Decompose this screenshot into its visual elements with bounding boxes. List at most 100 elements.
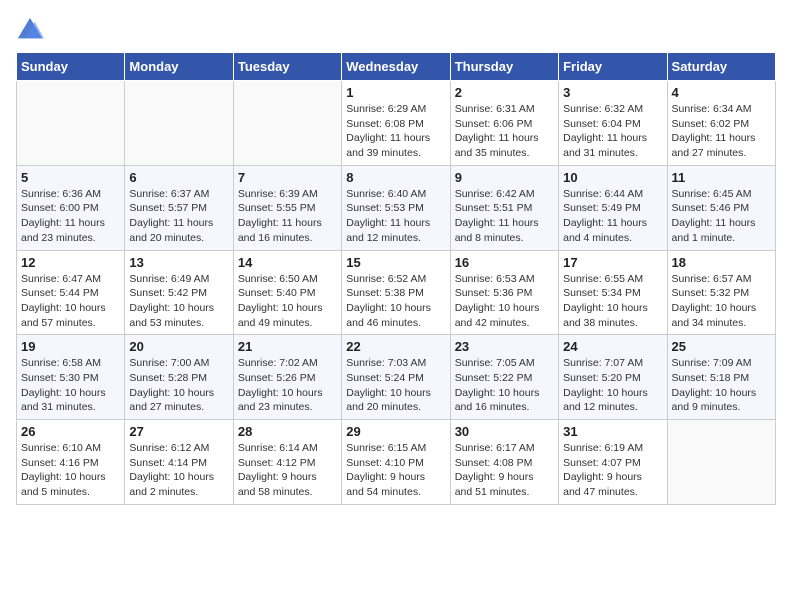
calendar-cell: 29 Sunrise: 6:15 AM Sunset: 4:10 PM Dayli… bbox=[342, 420, 450, 505]
day-number: 29 bbox=[346, 424, 445, 439]
day-info: Sunrise: 6:58 AM Sunset: 5:30 PM Dayligh… bbox=[21, 356, 120, 415]
day-number: 1 bbox=[346, 85, 445, 100]
calendar-cell: 19 Sunrise: 6:58 AM Sunset: 5:30 PM Dayli… bbox=[17, 335, 125, 420]
day-number: 2 bbox=[455, 85, 554, 100]
day-info: Sunrise: 6:44 AM Sunset: 5:49 PM Dayligh… bbox=[563, 187, 662, 246]
day-number: 21 bbox=[238, 339, 337, 354]
calendar-cell: 22 Sunrise: 7:03 AM Sunset: 5:24 PM Dayli… bbox=[342, 335, 450, 420]
day-info: Sunrise: 6:42 AM Sunset: 5:51 PM Dayligh… bbox=[455, 187, 554, 246]
day-info: Sunrise: 6:34 AM Sunset: 6:02 PM Dayligh… bbox=[672, 102, 771, 161]
day-info: Sunrise: 6:40 AM Sunset: 5:53 PM Dayligh… bbox=[346, 187, 445, 246]
day-number: 8 bbox=[346, 170, 445, 185]
logo-icon bbox=[16, 16, 44, 44]
day-info: Sunrise: 6:17 AM Sunset: 4:08 PM Dayligh… bbox=[455, 441, 554, 500]
weekday-header: Tuesday bbox=[233, 53, 341, 81]
weekday-header: Saturday bbox=[667, 53, 775, 81]
day-number: 6 bbox=[129, 170, 228, 185]
calendar-cell: 2 Sunrise: 6:31 AM Sunset: 6:06 PM Daylig… bbox=[450, 81, 558, 166]
day-number: 4 bbox=[672, 85, 771, 100]
day-info: Sunrise: 7:07 AM Sunset: 5:20 PM Dayligh… bbox=[563, 356, 662, 415]
day-number: 31 bbox=[563, 424, 662, 439]
calendar-cell: 6 Sunrise: 6:37 AM Sunset: 5:57 PM Daylig… bbox=[125, 165, 233, 250]
day-number: 10 bbox=[563, 170, 662, 185]
calendar-cell: 5 Sunrise: 6:36 AM Sunset: 6:00 PM Daylig… bbox=[17, 165, 125, 250]
day-info: Sunrise: 6:36 AM Sunset: 6:00 PM Dayligh… bbox=[21, 187, 120, 246]
logo bbox=[16, 16, 48, 44]
day-number: 26 bbox=[21, 424, 120, 439]
weekday-header: Wednesday bbox=[342, 53, 450, 81]
calendar-week-row: 19 Sunrise: 6:58 AM Sunset: 5:30 PM Dayli… bbox=[17, 335, 776, 420]
weekday-header: Friday bbox=[559, 53, 667, 81]
calendar-week-row: 26Sunrise: 6:10 AM Sunset: 4:16 PM Dayli… bbox=[17, 420, 776, 505]
calendar-cell: 9 Sunrise: 6:42 AM Sunset: 5:51 PM Daylig… bbox=[450, 165, 558, 250]
calendar-cell: 8 Sunrise: 6:40 AM Sunset: 5:53 PM Daylig… bbox=[342, 165, 450, 250]
calendar-week-row: 12 Sunrise: 6:47 AM Sunset: 5:44 PM Dayli… bbox=[17, 250, 776, 335]
calendar-cell: 14 Sunrise: 6:50 AM Sunset: 5:40 PM Dayli… bbox=[233, 250, 341, 335]
day-info: Sunrise: 6:39 AM Sunset: 5:55 PM Dayligh… bbox=[238, 187, 337, 246]
day-info: Sunrise: 6:15 AM Sunset: 4:10 PM Dayligh… bbox=[346, 441, 445, 500]
day-info: Sunrise: 6:19 AM Sunset: 4:07 PM Dayligh… bbox=[563, 441, 662, 500]
calendar-cell: 27 Sunrise: 6:12 AM Sunset: 4:14 PM Dayli… bbox=[125, 420, 233, 505]
day-info: Sunrise: 6:47 AM Sunset: 5:44 PM Dayligh… bbox=[21, 272, 120, 331]
day-info: Sunrise: 6:31 AM Sunset: 6:06 PM Dayligh… bbox=[455, 102, 554, 161]
day-info: Sunrise: 7:05 AM Sunset: 5:22 PM Dayligh… bbox=[455, 356, 554, 415]
day-number: 19 bbox=[21, 339, 120, 354]
day-info: Sunrise: 6:12 AM Sunset: 4:14 PM Dayligh… bbox=[129, 441, 228, 500]
day-number: 12 bbox=[21, 255, 120, 270]
weekday-header: Sunday bbox=[17, 53, 125, 81]
day-number: 24 bbox=[563, 339, 662, 354]
day-info: Sunrise: 6:37 AM Sunset: 5:57 PM Dayligh… bbox=[129, 187, 228, 246]
day-number: 5 bbox=[21, 170, 120, 185]
calendar-cell bbox=[17, 81, 125, 166]
day-info: Sunrise: 6:14 AM Sunset: 4:12 PM Dayligh… bbox=[238, 441, 337, 500]
day-info: Sunrise: 6:29 AM Sunset: 6:08 PM Dayligh… bbox=[346, 102, 445, 161]
day-info: Sunrise: 6:53 AM Sunset: 5:36 PM Dayligh… bbox=[455, 272, 554, 331]
day-number: 25 bbox=[672, 339, 771, 354]
day-info: Sunrise: 6:52 AM Sunset: 5:38 PM Dayligh… bbox=[346, 272, 445, 331]
day-info: Sunrise: 6:50 AM Sunset: 5:40 PM Dayligh… bbox=[238, 272, 337, 331]
day-number: 28 bbox=[238, 424, 337, 439]
calendar-cell: 21 Sunrise: 7:02 AM Sunset: 5:26 PM Dayli… bbox=[233, 335, 341, 420]
day-info: Sunrise: 6:45 AM Sunset: 5:46 PM Dayligh… bbox=[672, 187, 771, 246]
calendar-cell: 26Sunrise: 6:10 AM Sunset: 4:16 PM Dayli… bbox=[17, 420, 125, 505]
calendar-cell: 3Sunrise: 6:32 AM Sunset: 6:04 PM Daylig… bbox=[559, 81, 667, 166]
day-number: 20 bbox=[129, 339, 228, 354]
calendar-cell bbox=[125, 81, 233, 166]
page-header bbox=[16, 16, 776, 44]
calendar-cell: 30Sunrise: 6:17 AM Sunset: 4:08 PM Dayli… bbox=[450, 420, 558, 505]
day-number: 22 bbox=[346, 339, 445, 354]
calendar-cell: 28 Sunrise: 6:14 AM Sunset: 4:12 PM Dayli… bbox=[233, 420, 341, 505]
calendar-cell: 7 Sunrise: 6:39 AM Sunset: 5:55 PM Daylig… bbox=[233, 165, 341, 250]
day-number: 27 bbox=[129, 424, 228, 439]
day-info: Sunrise: 6:57 AM Sunset: 5:32 PM Dayligh… bbox=[672, 272, 771, 331]
day-number: 17 bbox=[563, 255, 662, 270]
calendar-week-row: 5 Sunrise: 6:36 AM Sunset: 6:00 PM Daylig… bbox=[17, 165, 776, 250]
calendar-cell: 1 Sunrise: 6:29 AM Sunset: 6:08 PM Daylig… bbox=[342, 81, 450, 166]
day-info: Sunrise: 7:09 AM Sunset: 5:18 PM Dayligh… bbox=[672, 356, 771, 415]
calendar-cell: 4 Sunrise: 6:34 AM Sunset: 6:02 PM Daylig… bbox=[667, 81, 775, 166]
day-number: 7 bbox=[238, 170, 337, 185]
calendar-cell: 10 Sunrise: 6:44 AM Sunset: 5:49 PM Dayli… bbox=[559, 165, 667, 250]
day-info: Sunrise: 6:49 AM Sunset: 5:42 PM Dayligh… bbox=[129, 272, 228, 331]
weekday-header: Monday bbox=[125, 53, 233, 81]
calendar-cell: 15Sunrise: 6:52 AM Sunset: 5:38 PM Dayli… bbox=[342, 250, 450, 335]
day-info: Sunrise: 7:03 AM Sunset: 5:24 PM Dayligh… bbox=[346, 356, 445, 415]
day-info: Sunrise: 6:55 AM Sunset: 5:34 PM Dayligh… bbox=[563, 272, 662, 331]
calendar-cell: 24 Sunrise: 7:07 AM Sunset: 5:20 PM Dayli… bbox=[559, 335, 667, 420]
day-number: 23 bbox=[455, 339, 554, 354]
calendar-cell: 25 Sunrise: 7:09 AM Sunset: 5:18 PM Dayli… bbox=[667, 335, 775, 420]
calendar-cell: 16 Sunrise: 6:53 AM Sunset: 5:36 PM Dayli… bbox=[450, 250, 558, 335]
day-number: 11 bbox=[672, 170, 771, 185]
day-number: 9 bbox=[455, 170, 554, 185]
calendar-cell bbox=[667, 420, 775, 505]
day-number: 14 bbox=[238, 255, 337, 270]
calendar-cell: 13 Sunrise: 6:49 AM Sunset: 5:42 PM Dayli… bbox=[125, 250, 233, 335]
day-info: Sunrise: 7:02 AM Sunset: 5:26 PM Dayligh… bbox=[238, 356, 337, 415]
calendar-cell: 17 Sunrise: 6:55 AM Sunset: 5:34 PM Dayli… bbox=[559, 250, 667, 335]
day-number: 18 bbox=[672, 255, 771, 270]
day-number: 13 bbox=[129, 255, 228, 270]
calendar-cell: 23 Sunrise: 7:05 AM Sunset: 5:22 PM Dayli… bbox=[450, 335, 558, 420]
calendar: SundayMondayTuesdayWednesdayThursdayFrid… bbox=[16, 52, 776, 505]
calendar-cell: 11 Sunrise: 6:45 AM Sunset: 5:46 PM Dayli… bbox=[667, 165, 775, 250]
day-number: 16 bbox=[455, 255, 554, 270]
